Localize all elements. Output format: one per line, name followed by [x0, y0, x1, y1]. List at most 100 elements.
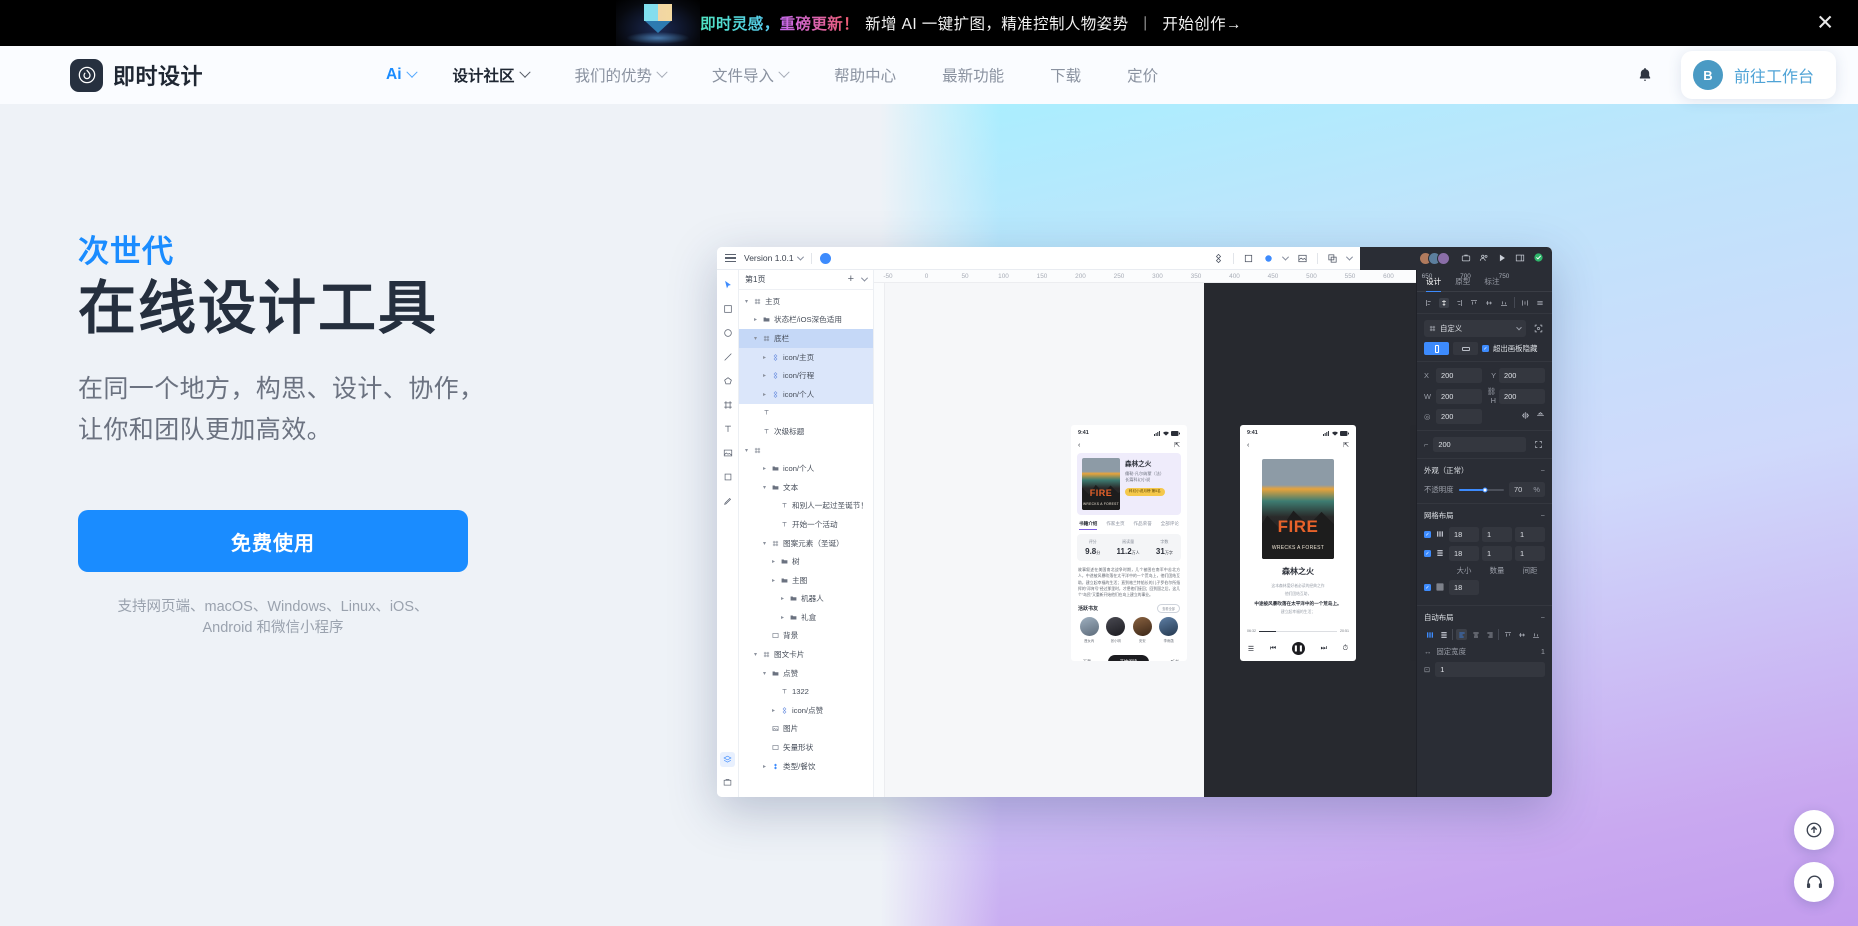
tab-design[interactable]: 设计: [1426, 276, 1442, 292]
next-icon[interactable]: ⏭: [1321, 645, 1327, 653]
share-icon[interactable]: ⇱: [1343, 441, 1349, 449]
layer-row[interactable]: ▸ icon/点赞: [739, 701, 873, 720]
layer-row[interactable]: ▾ 文本: [739, 478, 873, 497]
layout-align-bottom-icon[interactable]: [1530, 629, 1541, 640]
alignment-toolbar[interactable]: [1417, 292, 1552, 314]
back-icon[interactable]: ‹: [1078, 442, 1080, 449]
assets-panel-icon[interactable]: [721, 776, 734, 789]
layer-row[interactable]: ▸ icon/个人: [739, 384, 873, 404]
collaborator-avatars[interactable]: [1419, 252, 1450, 265]
timer-icon[interactable]: ⏱: [1343, 645, 1348, 653]
layer-row[interactable]: ▾ 图文卡片: [739, 645, 873, 664]
auto-layout-direction-row[interactable]: [1424, 629, 1545, 640]
chevron-right-icon[interactable]: ▸: [779, 595, 786, 602]
layout-align-right-icon[interactable]: [1484, 629, 1495, 640]
layer-row[interactable]: ▾: [739, 441, 873, 460]
support-headset-icon[interactable]: [1794, 862, 1834, 902]
grid-rows-count-input[interactable]: 1: [1482, 546, 1512, 561]
chevron-right-icon[interactable]: ▸: [761, 465, 768, 472]
view-all-pill[interactable]: 查看全部: [1157, 604, 1180, 614]
layout-horizontal-icon[interactable]: [1424, 629, 1435, 640]
grid-rows-checkbox[interactable]: ✓: [1424, 550, 1431, 557]
start-reading-button[interactable]: 开始阅读: [1107, 655, 1150, 661]
orientation-row[interactable]: ✓ 超出画板隐藏: [1424, 342, 1545, 355]
grid-columns-checkbox[interactable]: ✓: [1424, 531, 1431, 538]
previous-icon[interactable]: ⏮: [1270, 645, 1276, 653]
chevron-down-icon[interactable]: ▾: [761, 670, 768, 677]
layout-align-middle-icon[interactable]: [1516, 629, 1527, 640]
layer-row[interactable]: ▸ 树: [739, 552, 873, 571]
plus-icon[interactable]: +: [848, 274, 854, 285]
chevron-right-icon[interactable]: ▸: [761, 372, 768, 379]
text-tool-icon[interactable]: [721, 422, 734, 435]
image-icon[interactable]: [1297, 253, 1308, 264]
layer-row[interactable]: ▸ 礼盒: [739, 608, 873, 627]
flip-horizontal-icon[interactable]: [1521, 411, 1530, 422]
rectangle-tool-icon[interactable]: [721, 302, 734, 315]
nav-item-ai[interactable]: Ai: [363, 46, 430, 104]
pen-tool-icon[interactable]: [721, 494, 734, 507]
canvas-area[interactable]: -50 0 50 100 150 200 250 300 350 400 450 500 550 600 6…: [874, 270, 1509, 797]
layout-align-left-icon[interactable]: [1456, 629, 1467, 640]
chevron-right-icon[interactable]: ▸: [761, 763, 768, 770]
orientation-portrait-button[interactable]: [1424, 342, 1449, 355]
chevron-down-icon[interactable]: [860, 274, 869, 282]
layer-row[interactable]: 背景: [739, 627, 873, 646]
nav-item-whats-new[interactable]: 最新功能: [919, 46, 1027, 104]
layer-row[interactable]: ▸ 机器人: [739, 590, 873, 609]
book-tabs[interactable]: 书籍介绍 作家主页 作品荣誉 全部评论: [1071, 515, 1187, 530]
hamburger-icon[interactable]: [725, 254, 736, 262]
layer-row[interactable]: 次级标题: [739, 422, 873, 441]
nav-item-file-import[interactable]: 文件导入: [689, 46, 811, 104]
layout-align-top-icon[interactable]: [1502, 629, 1513, 640]
layer-row[interactable]: ▸ icon/行程: [739, 366, 873, 385]
component-tool-icon[interactable]: [721, 470, 734, 483]
frame-tool-icon[interactable]: [721, 398, 734, 411]
chevron-right-icon[interactable]: ▸: [752, 316, 759, 323]
more-options-icon[interactable]: [1535, 298, 1545, 308]
share-icon[interactable]: ⇱: [1174, 441, 1180, 449]
grid-columns-count-input[interactable]: 1: [1482, 527, 1512, 542]
artboard-audio-player[interactable]: 9:41 ‹ ⇱ FIRE WRECKS A FOREST 森林之火 这本森林爱…: [1240, 425, 1356, 661]
canvas-viewport[interactable]: 9:41 ‹ ⇱ FIRE WRECKS A FOREST 森林之火 儒勒·凡尔…: [885, 283, 1416, 797]
independent-corners-icon[interactable]: [1531, 438, 1545, 452]
chevron-down-icon[interactable]: ▾: [761, 540, 768, 547]
y-input[interactable]: 200: [1499, 368, 1545, 383]
align-center-horizontal-icon[interactable]: [1439, 297, 1449, 308]
list-item[interactable]: 李雨菡: [1159, 617, 1179, 644]
collapse-icon[interactable]: −: [1541, 466, 1545, 475]
layer-row[interactable]: 1322: [739, 682, 873, 701]
version-selector[interactable]: Version 1.0.1: [744, 253, 804, 263]
image-tool-icon[interactable]: [721, 446, 734, 459]
x-input[interactable]: 200: [1436, 368, 1482, 383]
scroll-to-top-icon[interactable]: [1794, 810, 1834, 850]
layout-vertical-icon[interactable]: [1438, 629, 1449, 640]
artboard-reader-dark[interactable]: 9:41 ‹ ⎙ Chapter01: [1410, 425, 1416, 661]
layer-row[interactable]: 开始一个活动: [739, 515, 873, 534]
tab-comments[interactable]: 全部评论: [1161, 521, 1179, 527]
layer-row[interactable]: 图片: [739, 720, 873, 739]
layer-row[interactable]: ▸ 主图: [739, 571, 873, 590]
layer-row[interactable]: ▾ 图案元素（圣诞）: [739, 534, 873, 553]
layer-row[interactable]: ▸ icon/主页: [739, 347, 873, 367]
orientation-landscape-button[interactable]: [1453, 342, 1478, 355]
lock-ratio-icon[interactable]: ⛓: [1487, 387, 1496, 396]
bell-icon[interactable]: [1625, 55, 1665, 95]
chevron-down-icon[interactable]: ▾: [752, 335, 759, 342]
layer-row[interactable]: 和别人一起过圣诞节！: [739, 497, 873, 516]
collapse-icon[interactable]: −: [1541, 511, 1545, 520]
fixed-width-value[interactable]: 1: [1541, 647, 1545, 656]
layer-row[interactable]: ▾ 点赞: [739, 664, 873, 683]
artboard-book-detail[interactable]: 9:41 ‹ ⇱ FIRE WRECKS A FOREST 森林之火 儒勒·凡尔…: [1071, 425, 1187, 661]
polygon-tool-icon[interactable]: [721, 374, 734, 387]
download-button[interactable]: ⤓ 下载: [1079, 659, 1091, 661]
flip-vertical-icon[interactable]: [1536, 411, 1545, 422]
chevron-down-icon[interactable]: ▾: [743, 447, 750, 454]
layer-row[interactable]: ▾ 主页: [739, 292, 873, 311]
layer-row[interactable]: ▸ 类型/餐饮: [739, 757, 873, 776]
play-icon[interactable]: [1497, 253, 1507, 265]
duplicate-icon[interactable]: [1327, 253, 1338, 264]
briefcase-icon[interactable]: [1461, 253, 1471, 265]
tab-author[interactable]: 作家主页: [1106, 521, 1124, 527]
ellipse-tool-icon[interactable]: [721, 326, 734, 339]
